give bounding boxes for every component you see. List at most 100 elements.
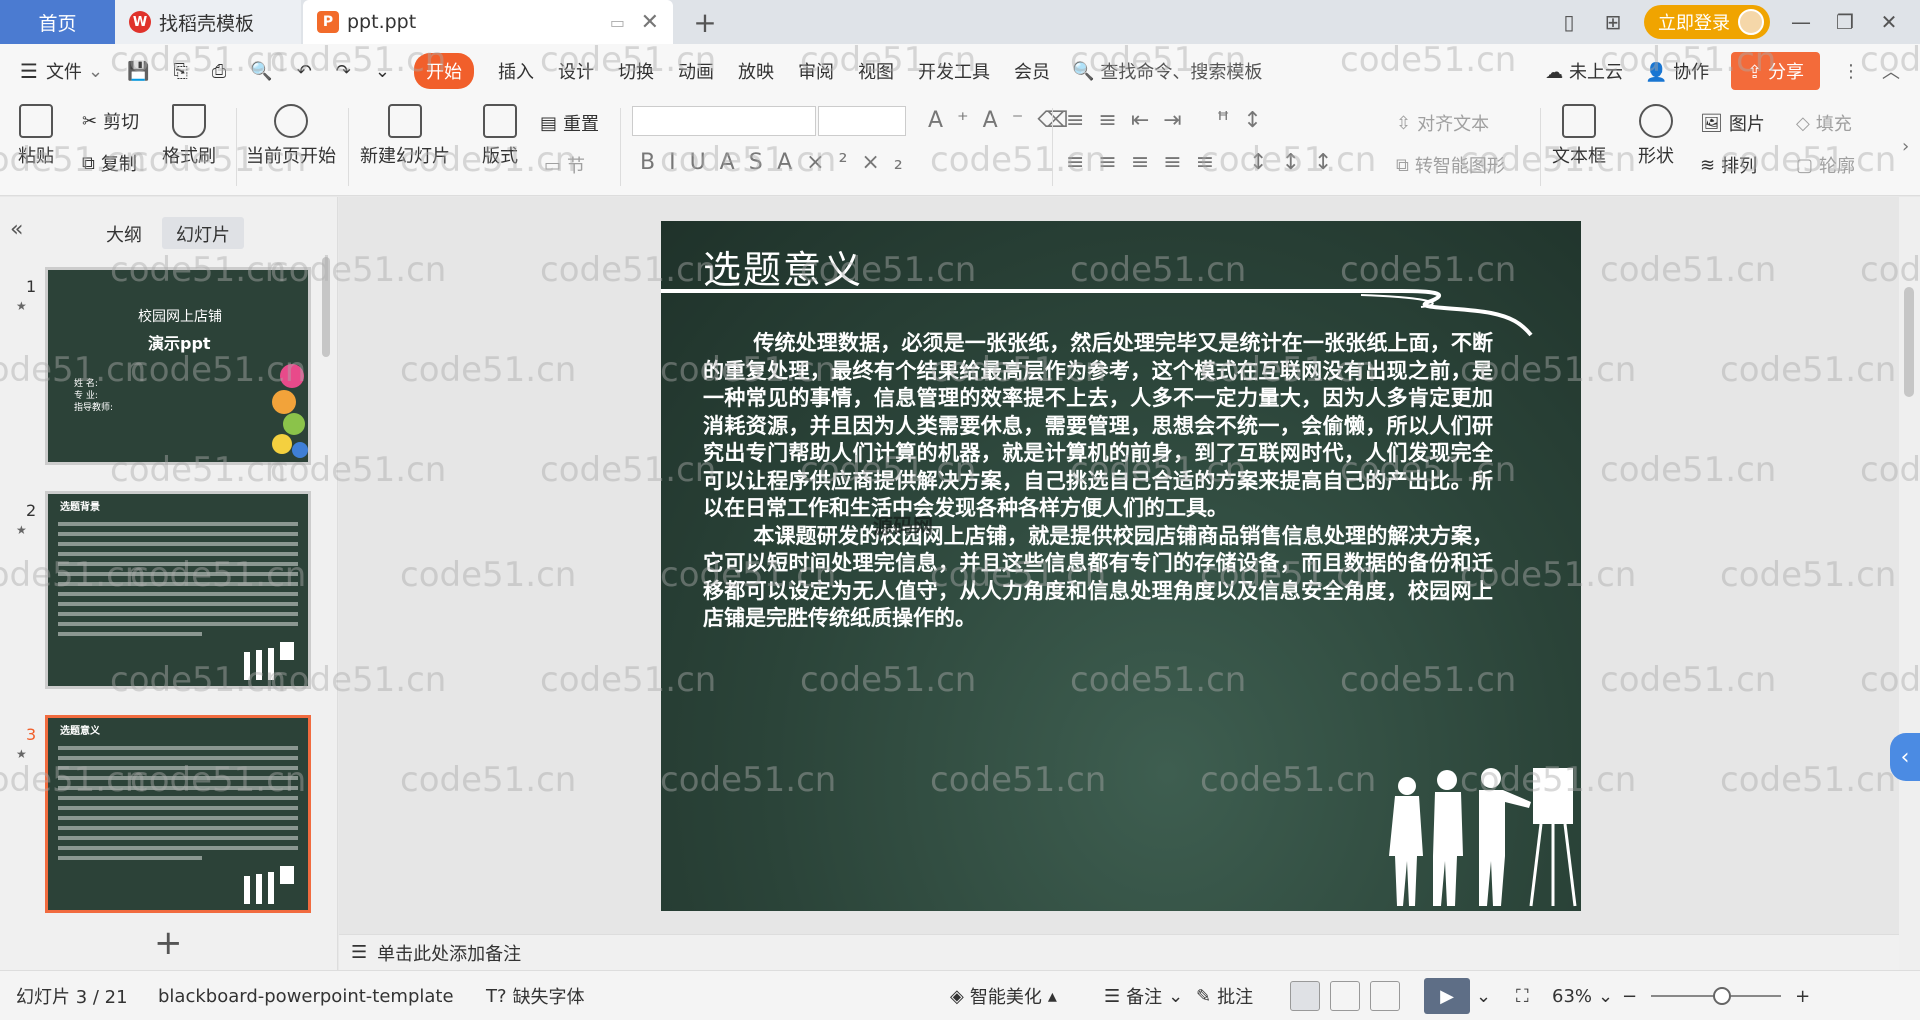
fit-window-button[interactable]: ⛶	[1516, 971, 1529, 1020]
notes-toggle-button[interactable]: ☰ 备注 ⌄	[1104, 971, 1183, 1020]
more-icon[interactable]: ⋮	[1842, 61, 1860, 82]
menu-right-actions: ☁ 未上云 👤 协作 ⇪ 分享 ⋮ ︿	[1545, 44, 1920, 98]
menu-tab-developer[interactable]: 开发工具	[906, 44, 1002, 98]
fill-button[interactable]: ◇ 填充	[1796, 110, 1852, 136]
outline-button[interactable]: ▢ 轮廓	[1796, 152, 1855, 178]
format-painter-button[interactable]: 格式刷	[162, 104, 216, 168]
reading-view-icon[interactable]	[1370, 981, 1400, 1011]
menu-tab-animation[interactable]: 动画	[666, 44, 726, 98]
zoom-level[interactable]: 63% ⌄	[1552, 971, 1613, 1020]
comments-button[interactable]: ✎ 批注	[1196, 971, 1253, 1020]
menu-tab-slideshow[interactable]: 放映	[726, 44, 786, 98]
section-button[interactable]: ▭ 节	[544, 152, 585, 178]
notes-placeholder: 单击此处添加备注	[377, 943, 522, 965]
notes-pane[interactable]: ☰ 单击此处添加备注	[339, 934, 1899, 970]
quick-more-icon[interactable]: ⌄	[363, 44, 402, 98]
normal-view-icon[interactable]	[1290, 981, 1320, 1011]
paste-button[interactable]: 粘贴	[18, 104, 54, 168]
monitor-icon[interactable]: ▭	[610, 13, 625, 32]
chevron-down-icon: ⌄	[87, 60, 104, 82]
menu-tab-member[interactable]: 会员	[1002, 44, 1062, 98]
arrange-button[interactable]: ≋ 排列	[1700, 152, 1757, 178]
text-style-icons[interactable]: BIUASA×²×₂	[640, 150, 917, 175]
menu-tab-transition[interactable]: 切换	[606, 44, 666, 98]
cut-button[interactable]: ✂ 剪切	[82, 108, 139, 134]
chevron-left-icon: ‹	[1900, 744, 1910, 770]
menu-tab-insert[interactable]: 插入	[486, 44, 546, 98]
slide-body-text[interactable]: 传统处理数据，必须是一张张纸，然后处理完毕又是统计在一张张纸上面，不断的重复处理…	[703, 329, 1493, 632]
reset-button[interactable]: ▤ 重置	[540, 110, 599, 136]
new-tab-button[interactable]: +	[688, 0, 722, 44]
tab-slides-label: 幻灯片	[176, 225, 230, 246]
quick-preview-icon[interactable]: 🔍	[238, 44, 284, 98]
font-size-select[interactable]	[818, 106, 906, 136]
login-button[interactable]: 立即登录	[1644, 5, 1770, 39]
close-window-icon[interactable]: ✕	[1876, 10, 1902, 34]
quick-save-icon[interactable]: 💾	[115, 44, 161, 98]
canvas-scrollbar-thumb[interactable]	[1904, 287, 1914, 397]
paragraph-align-icons[interactable]: ≡≡≡≡≡ ↕↕↕	[1066, 150, 1346, 175]
quick-export-icon[interactable]: ⎘	[161, 44, 199, 98]
side-panel-toggle[interactable]: ‹	[1890, 733, 1920, 781]
font-family-select[interactable]	[632, 106, 816, 136]
zoom-slider-knob[interactable]	[1713, 987, 1732, 1005]
redo-icon[interactable]: ↷	[324, 44, 363, 98]
zoom-slider[interactable]	[1651, 987, 1782, 1005]
tab-slides[interactable]: 幻灯片	[162, 217, 244, 249]
apps-grid-icon[interactable]: ⊞	[1600, 10, 1626, 34]
tab-active-file[interactable]: P ppt.ppt ▭ ✕	[303, 0, 673, 44]
menu-tab-home[interactable]: 开始	[402, 44, 486, 98]
add-slide-button[interactable]: +	[154, 923, 183, 963]
share-button[interactable]: ⇪ 分享	[1731, 52, 1820, 90]
new-slide-button[interactable]: 新建幻灯片	[360, 104, 450, 168]
tab-home[interactable]: 首页	[0, 0, 115, 44]
font-size-adjust-icons[interactable]: A⁺A⁻⌫	[928, 108, 1082, 133]
menu-tab-review[interactable]: 审阅	[786, 44, 846, 98]
undo-icon[interactable]: ↶	[285, 44, 324, 98]
sorter-view-icon[interactable]	[1330, 981, 1360, 1011]
cloud-status[interactable]: ☁ 未上云	[1545, 58, 1623, 84]
layout-button[interactable]: 版式	[482, 104, 518, 168]
align-text-button[interactable]: ⇳ 对齐文本	[1396, 110, 1489, 136]
tab-find-template[interactable]: W 找稻壳模板	[115, 0, 301, 44]
copy-label: 复制	[100, 154, 137, 175]
canvas-scrollbar[interactable]	[1899, 197, 1920, 970]
slideshow-button[interactable]: ▶ ⌄	[1424, 971, 1491, 1020]
minimize-icon[interactable]: —	[1788, 10, 1814, 34]
collapse-panel-icon[interactable]: «	[10, 217, 23, 242]
command-search[interactable]: 🔍 查找命令、搜索模板	[1072, 58, 1262, 84]
zoom-in-icon[interactable]: +	[1795, 986, 1810, 1007]
close-tab-icon[interactable]: ✕	[641, 10, 659, 35]
menu-tab-insert-label: 插入	[497, 62, 534, 83]
list-icons[interactable]: ≡≡⇤⇥ ꟸ↕	[1066, 108, 1276, 133]
panel-scrollbar[interactable]	[322, 257, 330, 357]
file-menu[interactable]: ☰ 文件 ⌄	[0, 44, 115, 98]
template-name[interactable]: blackboard-powerpoint-template	[158, 971, 454, 1020]
textbox-button[interactable]: 文本框	[1552, 104, 1606, 168]
copy-button[interactable]: ⧉ 复制	[82, 150, 137, 176]
collapse-ribbon-icon[interactable]: ︿	[1882, 58, 1900, 84]
zoom-out-icon[interactable]: −	[1622, 986, 1637, 1007]
smart-beautify-button[interactable]: ◈ 智能美化 ▴	[950, 971, 1057, 1020]
picture-button[interactable]: 🖼 图片	[1700, 110, 1765, 136]
chevron-down-icon: ⌄	[1598, 985, 1614, 1007]
play-from-current-button[interactable]: 当前页开始	[246, 104, 336, 168]
shape-label: 形状	[1638, 146, 1674, 167]
slide-thumbnail-2[interactable]: 选题背景	[45, 491, 311, 689]
slide-thumbnail-1[interactable]: 校园网上店铺 演示ppt 姓 名: 专 业: 指导教师:	[45, 267, 311, 465]
chevron-down-icon: ⌄	[1476, 985, 1492, 1007]
quick-print-icon[interactable]: ⎙	[200, 44, 238, 98]
restore-icon[interactable]: ❐	[1832, 10, 1858, 34]
to-smartart-button[interactable]: ⧉ 转智能图形	[1396, 152, 1505, 178]
menu-tab-view[interactable]: 视图	[846, 44, 906, 98]
current-slide[interactable]: 选题意义 传统处理数据，必须是一张张纸，然后处理完毕又是统计在一张张纸上面，不断…	[661, 221, 1581, 911]
menu-tab-design[interactable]: 设计	[546, 44, 606, 98]
collab-button[interactable]: 👤 协作	[1645, 58, 1709, 84]
reading-view-icon[interactable]: ▯	[1556, 10, 1582, 34]
ribbon-scroll-right-icon[interactable]: ›	[1902, 136, 1909, 157]
tab-outline[interactable]: 大纲	[92, 217, 156, 249]
missing-font-button[interactable]: T? 缺失字体	[486, 971, 585, 1020]
slide-thumbnail-3[interactable]: 选题意义	[45, 715, 311, 913]
tab-bar: 首页 W 找稻壳模板 P ppt.ppt ▭ ✕ + ▯ ⊞ 立即登录 — ❐ …	[0, 0, 1920, 44]
shape-button[interactable]: 形状	[1638, 104, 1674, 168]
